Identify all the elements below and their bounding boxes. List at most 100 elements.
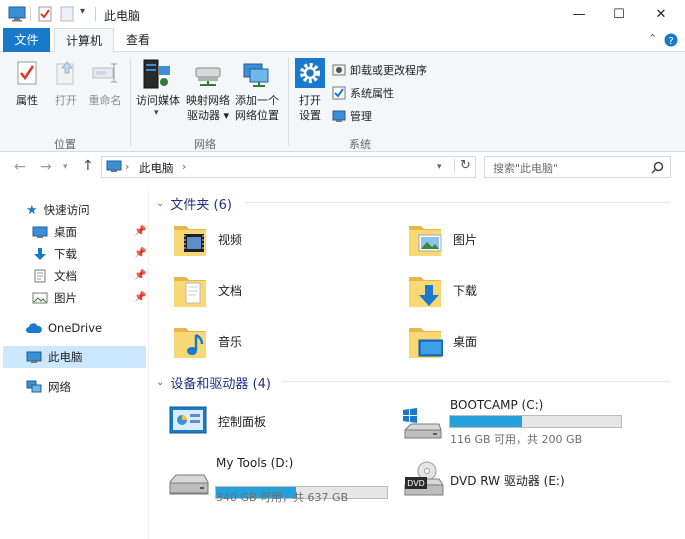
properties-icon[interactable] (16, 60, 38, 86)
customize-qa-chevron-icon[interactable]: ▾ (80, 6, 85, 17)
recent-locations-chevron-icon[interactable]: ▾ (63, 162, 68, 172)
access-media-chevron-icon[interactable]: ▾ (154, 108, 159, 118)
new-folder-icon[interactable] (60, 6, 74, 22)
nav-label: 文档 (54, 269, 77, 283)
properties-button[interactable]: 属性 (10, 93, 44, 108)
rename-button[interactable]: 重命名 (86, 93, 124, 108)
open-icon[interactable] (54, 60, 78, 86)
system-properties-label: 系统属性 (350, 87, 394, 100)
properties-check-icon[interactable] (38, 6, 52, 22)
section-divider (282, 381, 670, 382)
nav-label: 此电脑 (48, 350, 83, 364)
folder-videos[interactable]: 视频 (172, 220, 242, 258)
folder-documents[interactable]: 文档 (172, 271, 242, 309)
open-settings-label-1[interactable]: 打开 (294, 93, 326, 108)
up-button[interactable]: ↑ (82, 158, 94, 174)
rename-icon[interactable] (92, 62, 118, 84)
system-properties-button[interactable]: 系统属性 (332, 85, 394, 101)
media-server-icon[interactable] (142, 58, 172, 90)
breadcrumb-separator[interactable]: › (125, 160, 129, 173)
qa-separator (95, 7, 96, 21)
pin-icon[interactable]: 📌 (134, 292, 146, 303)
refresh-icon[interactable]: ↻ (454, 158, 471, 173)
nav-pictures[interactable]: 图片 (32, 288, 77, 308)
forward-button[interactable]: → (40, 159, 52, 175)
access-media-button[interactable]: 访问媒体 (134, 93, 182, 108)
control-panel-item[interactable]: 控制面板 (168, 405, 266, 437)
map-drive-label-2[interactable]: 驱动器 ▾ (184, 108, 232, 123)
map-drive-label-1[interactable]: 映射网络 (184, 93, 232, 108)
nav-network[interactable]: 网络 (26, 377, 71, 397)
nav-onedrive[interactable]: OneDrive (26, 318, 102, 338)
search-box[interactable]: 搜索"此电脑" (484, 156, 671, 178)
pictures-folder-icon (409, 226, 442, 256)
dvd-drive-name[interactable]: DVD RW 驱动器 (E:) (450, 472, 565, 489)
folder-label: 视频 (218, 232, 243, 247)
pane-divider[interactable] (148, 186, 149, 539)
uninstall-programs-button[interactable]: 卸载或更改程序 (332, 62, 427, 78)
tab-file[interactable]: 文件 (3, 28, 50, 52)
maximize-button[interactable]: ☐ (600, 0, 638, 28)
drive-d-name[interactable]: My Tools (D:) (216, 456, 293, 470)
address-bar[interactable]: › 此电脑 › ▾ ↻ (101, 156, 476, 178)
group-separator (130, 58, 131, 146)
close-button[interactable]: ✕ (642, 0, 680, 28)
nav-this-pc[interactable]: 此电脑 (26, 347, 83, 367)
help-icon[interactable]: ? (664, 33, 678, 47)
uninstall-icon (332, 64, 346, 76)
nav-label: OneDrive (48, 321, 103, 335)
folder-label: 下载 (453, 283, 478, 298)
folders-section-header[interactable]: ⌄ 文件夹 (6) (156, 194, 232, 213)
settings-gear-icon[interactable] (295, 58, 325, 88)
open-button[interactable]: 打开 (50, 93, 82, 108)
address-dropdown-chevron-icon[interactable]: ▾ (437, 162, 442, 172)
add-location-label-1[interactable]: 添加一个 (233, 93, 281, 108)
nav-label: 网络 (48, 380, 71, 394)
folder-music[interactable]: 音乐 (172, 322, 242, 360)
back-button[interactable]: ← (14, 159, 26, 175)
folder-label: 桌面 (453, 334, 478, 349)
tab-view[interactable]: 查看 (118, 28, 158, 52)
manage-label: 管理 (350, 110, 372, 123)
search-icon[interactable] (651, 161, 664, 174)
minimize-button[interactable]: — (560, 0, 598, 28)
desktop-folder-icon (409, 328, 443, 358)
folder-desktop[interactable]: 桌面 (407, 322, 477, 360)
content-scrollbar[interactable] (678, 186, 685, 539)
pin-icon[interactable]: 📌 (134, 248, 146, 259)
pin-icon[interactable]: 📌 (134, 270, 146, 281)
drive-c-name[interactable]: BOOTCAMP (C:) (450, 398, 543, 412)
add-location-label-2[interactable]: 网络位置 (233, 108, 281, 123)
computer-icon[interactable] (8, 6, 26, 22)
drive-c-usage-bar (449, 415, 622, 428)
add-network-location-icon[interactable] (242, 60, 270, 88)
windows-drive-icon[interactable] (401, 408, 443, 442)
open-settings-label-2[interactable]: 设置 (294, 108, 326, 123)
devices-section-header[interactable]: ⌄ 设备和驱动器 (4) (156, 373, 271, 392)
location-group-label: 位置 (54, 138, 76, 151)
search-input[interactable]: 搜索"此电脑" (493, 160, 558, 176)
system-properties-icon (332, 86, 346, 100)
dvd-drive-icon[interactable]: DVD (403, 461, 445, 499)
computer-icon (106, 160, 122, 172)
breadcrumb-separator[interactable]: › (182, 160, 186, 173)
picture-icon (32, 292, 48, 304)
nav-label: 快速访问 (43, 203, 90, 217)
folder-downloads[interactable]: 下载 (407, 271, 477, 309)
breadcrumb-this-pc[interactable]: 此电脑 (139, 160, 174, 176)
folder-label: 音乐 (218, 334, 243, 349)
manage-button[interactable]: 管理 (332, 108, 372, 124)
hard-drive-icon[interactable] (168, 472, 210, 498)
computer-icon (26, 351, 42, 363)
nav-desktop[interactable]: 桌面 (32, 222, 77, 242)
map-network-drive-icon[interactable] (194, 64, 222, 86)
folder-pictures[interactable]: 图片 (407, 220, 477, 258)
pin-icon[interactable]: 📌 (134, 226, 146, 237)
nav-documents[interactable]: 文档 (32, 266, 77, 286)
onedrive-cloud-icon (26, 323, 42, 333)
nav-downloads[interactable]: 下载 (32, 244, 77, 264)
nav-quick-access[interactable]: ★ 快速访问 (26, 200, 90, 220)
folder-label: 文档 (218, 283, 243, 298)
tab-computer[interactable]: 计算机 (54, 28, 114, 53)
collapse-ribbon-chevron-icon[interactable]: ⌃ (648, 32, 657, 45)
